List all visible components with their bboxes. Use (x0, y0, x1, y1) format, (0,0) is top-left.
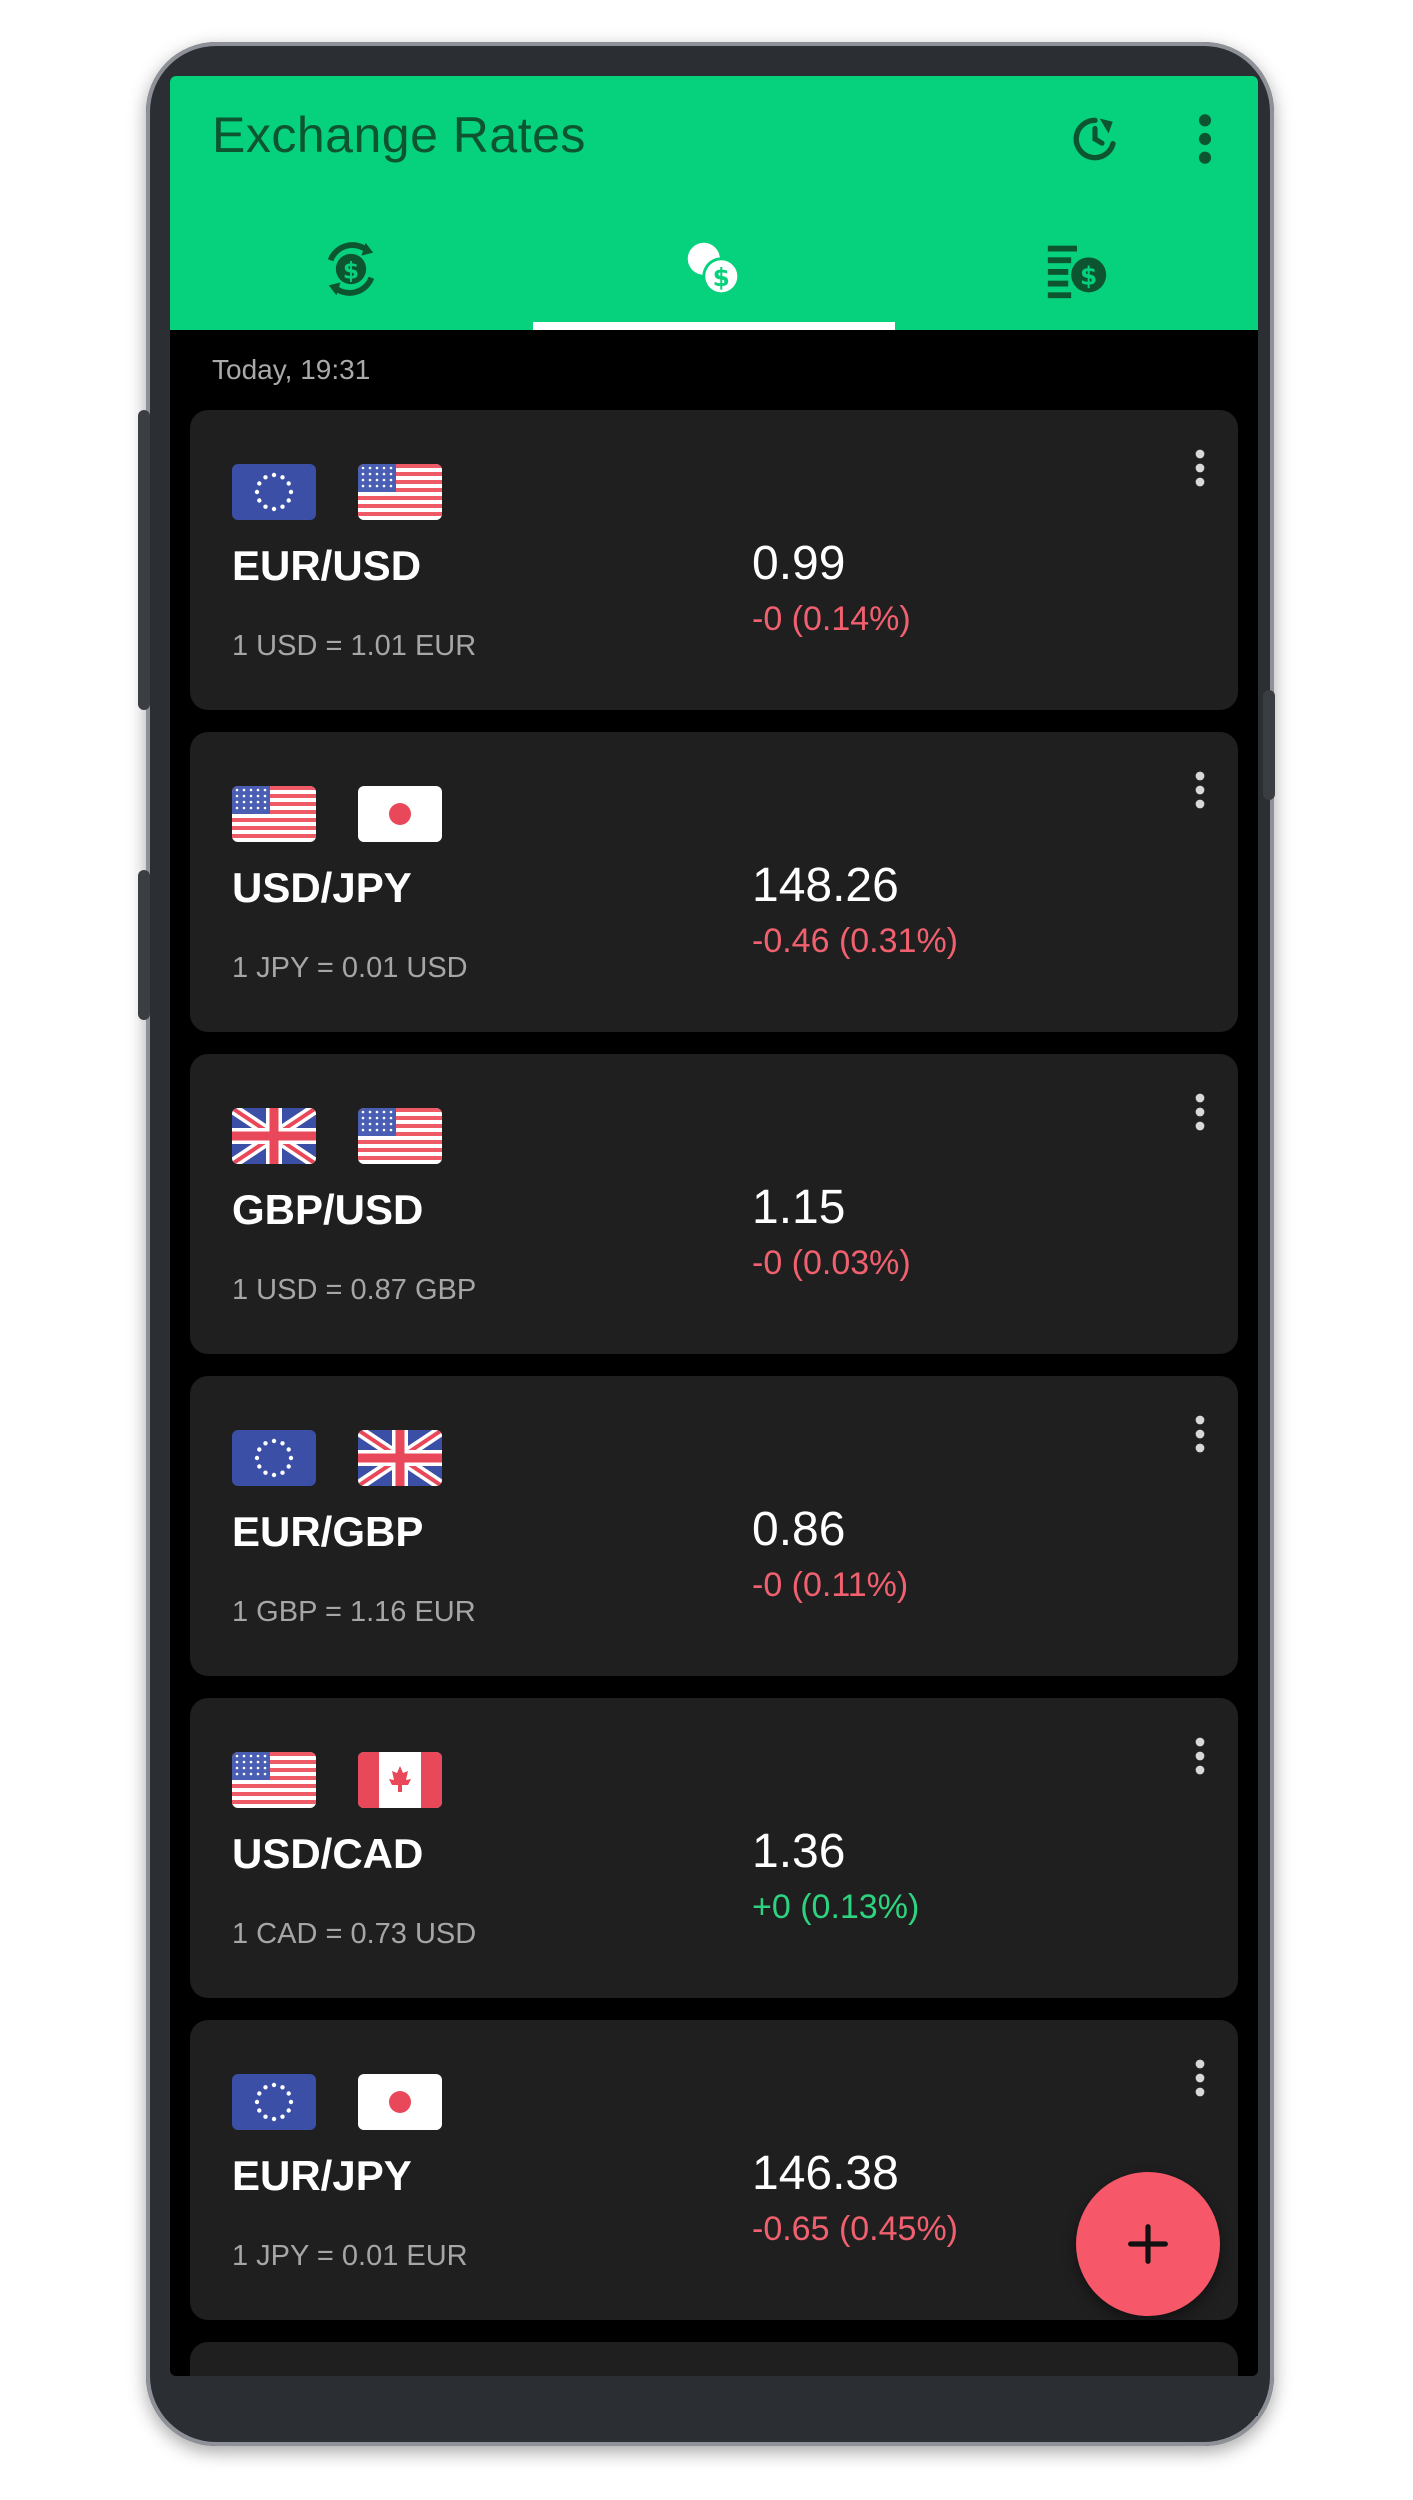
flag-us-icon (232, 786, 316, 842)
more-vert-icon (1195, 1415, 1205, 1453)
currency-pair: USD/JPY (232, 864, 412, 911)
pair-flags (232, 464, 442, 520)
inverse-rate: 1 JPY = 0.01 USD (232, 952, 468, 984)
coins-icon: $ (687, 242, 741, 296)
last-updated: Today, 19:31 (212, 354, 371, 385)
volume-button (138, 410, 150, 710)
rate-card[interactable]: USD/CAD 1 CAD = 0.73 USD 1.36 +0 (0.13%) (190, 1698, 1238, 1998)
flag-gb-icon (232, 1108, 316, 1164)
inverse-rate: 1 CAD = 0.73 USD (232, 1918, 477, 1950)
rate-card-partial[interactable] (190, 2342, 1238, 2376)
rate-change: -0 (0.14%) (752, 600, 911, 638)
rate-change: -0.65 (0.45%) (752, 2210, 958, 2248)
pair-flags (232, 1108, 442, 1164)
exchange-rate: 0.86 (752, 1503, 846, 1556)
currency-pair: GBP/USD (232, 1186, 424, 1233)
pair-flags (232, 2074, 442, 2130)
rate-card[interactable]: EUR/GBP 1 GBP = 1.16 EUR 0.86 -0 (0.11%) (190, 1376, 1238, 1676)
flag-us-icon (232, 1752, 316, 1808)
refresh-button[interactable] (1060, 104, 1130, 174)
refresh-icon (1073, 117, 1116, 161)
rate-card[interactable]: EUR/JPY 1 JPY = 0.01 EUR 146.38 -0.65 (0… (190, 2020, 1238, 2320)
more-vert-icon (1198, 114, 1212, 164)
svg-text:$: $ (713, 263, 730, 292)
rate-list: EUR/USD 1 USD = 1.01 EUR 0.99 -0 (0.14%)… (190, 410, 1238, 2376)
card-menu-button[interactable] (1180, 760, 1220, 820)
more-vert-icon (1195, 1093, 1205, 1131)
flag-gb-icon (358, 1430, 442, 1486)
currency-pair: USD/CAD (232, 1830, 424, 1877)
svg-text:$: $ (343, 256, 359, 284)
currency-pair: EUR/JPY (232, 2152, 412, 2199)
rate-card[interactable]: EUR/USD 1 USD = 1.01 EUR 0.99 -0 (0.14%) (190, 410, 1238, 710)
bixby-button (138, 870, 150, 1020)
exchange-rate: 1.36 (752, 1825, 846, 1878)
flag-jp-icon (358, 786, 442, 842)
pair-flags (232, 1752, 442, 1808)
card-menu-button[interactable] (1180, 438, 1220, 498)
card-menu-button[interactable] (1180, 2048, 1220, 2108)
card-menu-button[interactable] (1180, 1404, 1220, 1464)
flag-jp-icon (358, 2074, 442, 2130)
inverse-rate: 1 GBP = 1.16 EUR (232, 1596, 476, 1628)
more-vert-icon (1195, 771, 1205, 809)
app-title: Exchange Rates (212, 107, 586, 163)
rate-card[interactable]: GBP/USD 1 USD = 0.87 GBP 1.15 -0 (0.03%) (190, 1054, 1238, 1354)
app-screen: Exchange Rates $ $ $ Today, 19:31 EUR/US… (170, 76, 1258, 2376)
add-pair-button[interactable] (1076, 2172, 1220, 2316)
rate-change: -0 (0.03%) (752, 1244, 911, 1282)
rate-change: +0 (0.13%) (752, 1888, 920, 1926)
flag-us-icon (358, 464, 442, 520)
inverse-rate: 1 JPY = 0.01 EUR (232, 2240, 468, 2272)
inverse-rate: 1 USD = 1.01 EUR (232, 630, 477, 662)
rate-card[interactable]: USD/JPY 1 JPY = 0.01 USD 148.26 -0.46 (0… (190, 732, 1238, 1032)
flag-eu-icon (232, 464, 316, 520)
more-vert-icon (1195, 449, 1205, 487)
more-vert-icon (1195, 2059, 1205, 2097)
power-button (1263, 690, 1275, 800)
currency-exchange-icon: $ (328, 242, 375, 296)
overflow-menu-button[interactable] (1170, 104, 1240, 174)
flag-eu-icon (232, 2074, 316, 2130)
exchange-rate: 0.99 (752, 537, 846, 590)
svg-text:$: $ (1080, 261, 1097, 290)
tab-rates[interactable]: $ (532, 208, 896, 330)
flag-eu-icon (232, 1430, 316, 1486)
currency-pair: EUR/GBP (232, 1508, 424, 1555)
card-menu-button[interactable] (1180, 1726, 1220, 1786)
exchange-rate: 1.15 (752, 1181, 846, 1234)
pair-flags (232, 1430, 442, 1486)
app-bar: Exchange Rates $ $ $ (170, 76, 1258, 330)
card-menu-button[interactable] (1180, 1082, 1220, 1142)
pair-flags (232, 786, 442, 842)
phone-chin (170, 2376, 1258, 2416)
exchange-rate: 148.26 (752, 859, 899, 912)
more-vert-icon (1195, 1737, 1205, 1775)
flag-us-icon (358, 1108, 442, 1164)
tab-converter[interactable]: $ (170, 208, 533, 330)
rate-change: -0 (0.11%) (752, 1566, 909, 1604)
inverse-rate: 1 USD = 0.87 GBP (232, 1274, 477, 1306)
price-list-icon: $ (1047, 245, 1106, 299)
add-icon (1128, 2224, 1168, 2264)
tab-bar: $ $ $ (170, 208, 1258, 330)
exchange-rate: 146.38 (752, 2147, 899, 2200)
flag-ca-icon (358, 1752, 442, 1808)
tab-list[interactable]: $ (895, 208, 1258, 330)
rate-change: -0.46 (0.31%) (752, 922, 958, 960)
currency-pair: EUR/USD (232, 542, 422, 589)
